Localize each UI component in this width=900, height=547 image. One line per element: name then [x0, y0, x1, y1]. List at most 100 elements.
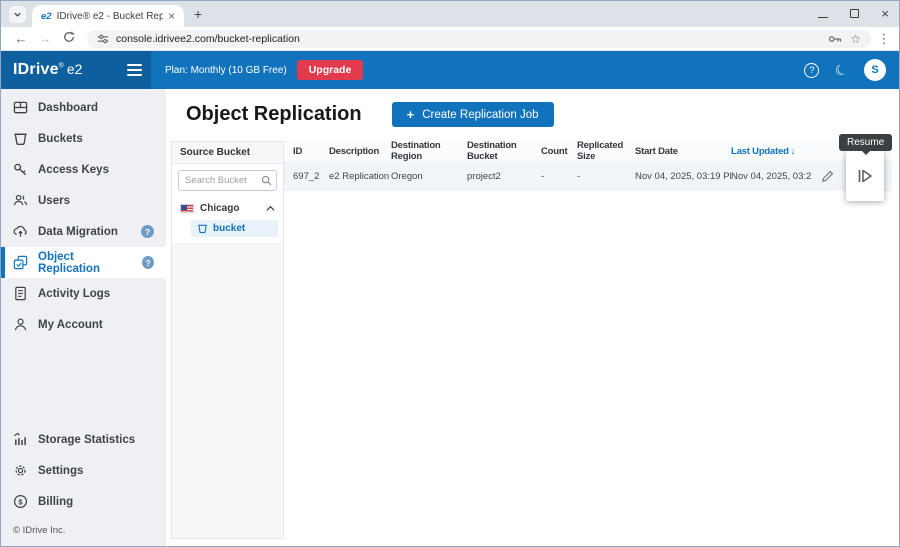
help-badge-icon[interactable]: ?: [141, 256, 154, 269]
site-settings-icon[interactable]: [97, 33, 109, 45]
cell-replicated-size: -: [577, 170, 581, 182]
sidebar-item-label: Billing: [38, 495, 74, 508]
sidebar-item-access-keys[interactable]: Access Keys: [1, 154, 166, 185]
tab-title: IDrive® e2 - Bucket Replication: [56, 10, 163, 22]
search-icon: [261, 175, 272, 186]
cell-destination-region: Oregon: [391, 170, 423, 182]
browser-window: e2 IDrive® e2 - Bucket Replication × + ×…: [0, 0, 900, 547]
sidebar-item-buckets[interactable]: Buckets: [1, 123, 166, 154]
maximize-icon[interactable]: [850, 8, 860, 18]
create-replication-job-button[interactable]: + Create Replication Job: [391, 102, 554, 127]
sidebar-item-storage-statistics[interactable]: Storage Statistics: [1, 424, 166, 455]
sidebar-item-activity-logs[interactable]: Activity Logs: [1, 278, 166, 309]
minimize-icon[interactable]: [818, 16, 829, 18]
cell-last-updated: Nov 04, 2025, 03:2: [731, 170, 812, 182]
browser-tab[interactable]: e2 IDrive® e2 - Bucket Replication ×: [32, 5, 184, 27]
cell-destination-bucket: project2: [467, 170, 501, 182]
copyright-text: © IDrive Inc.: [13, 525, 66, 536]
dashboard-icon: [13, 101, 28, 114]
header-right: ? ☾ S: [804, 59, 886, 81]
logo-block: IDrive® e2: [1, 51, 151, 89]
tab-search-button[interactable]: [9, 6, 26, 23]
bookmark-star-icon[interactable]: ☆: [850, 32, 861, 46]
resume-play-icon: [858, 169, 872, 183]
document-log-icon: [15, 286, 26, 301]
col-header-count: Count: [541, 145, 568, 157]
bucket-node-selected[interactable]: bucket: [191, 220, 278, 237]
app-header: IDrive® e2 Plan: Monthly (10 GB Free) Upg…: [1, 51, 899, 89]
bucket-icon: [14, 133, 27, 145]
chevron-down-icon: [14, 12, 21, 17]
col-header-description: Description: [329, 145, 380, 157]
sidebar-item-label: Storage Statistics: [38, 433, 136, 446]
col-header-destination-region: Destination Region: [391, 140, 441, 162]
sidebar-item-label: Buckets: [38, 132, 83, 145]
col-header-destination-bucket: Destination Bucket: [467, 140, 517, 162]
cloud-migration-icon: [13, 225, 27, 237]
sidebar-item-label: Dashboard: [38, 101, 99, 114]
source-bucket-panel: Source Bucket Chicago bucket: [171, 141, 284, 539]
idrive-e2-logo: IDrive® e2: [13, 61, 83, 78]
tab-strip: e2 IDrive® e2 - Bucket Replication × + ×: [1, 1, 899, 27]
tab-close-icon[interactable]: ×: [168, 9, 175, 23]
sidebar-item-label: Users: [38, 194, 70, 207]
sidebar-item-users[interactable]: Users: [1, 185, 166, 216]
omnibox[interactable]: console.idrivee2.com/bucket-replication …: [87, 29, 871, 48]
person-icon: [14, 318, 27, 331]
browser-menu-icon[interactable]: ⋮: [877, 31, 891, 47]
replication-table: ID Description Destination Region Destin…: [284, 134, 893, 539]
window-controls: ×: [818, 4, 889, 22]
sidebar-item-dashboard[interactable]: Dashboard: [1, 92, 166, 123]
row-actions: Resume: [819, 134, 893, 201]
bucket-label: bucket: [213, 223, 246, 234]
forward-icon[interactable]: →: [33, 31, 57, 46]
sidebar-item-object-replication[interactable]: Object Replication ?: [1, 247, 166, 278]
cell-count: -: [541, 170, 545, 182]
svg-text:$: $: [18, 497, 23, 506]
sort-desc-icon: ↓: [790, 145, 796, 156]
sidebar-item-label: My Account: [38, 318, 103, 331]
resume-button[interactable]: [846, 151, 884, 201]
col-header-replicated-size: Replicated Size: [577, 140, 624, 162]
billing-dollar-icon: $: [13, 494, 28, 509]
new-tab-button[interactable]: +: [194, 6, 202, 22]
chevron-up-icon[interactable]: [266, 205, 275, 212]
object-replication-icon: [13, 255, 28, 270]
main-content: Object Replication + Create Replication …: [166, 89, 899, 546]
region-node-chicago[interactable]: Chicago: [172, 197, 283, 218]
page-title: Object Replication: [186, 103, 362, 125]
table-header-row: ID Description Destination Region Destin…: [284, 140, 892, 162]
sidebar-item-label: Activity Logs: [38, 287, 111, 300]
password-key-icon[interactable]: [828, 33, 843, 45]
sidebar-item-settings[interactable]: Settings: [1, 455, 166, 486]
dark-mode-moon-icon[interactable]: ☾: [832, 60, 851, 81]
sidebar-item-label: Access Keys: [38, 163, 109, 176]
url-text[interactable]: console.idrivee2.com/bucket-replication: [116, 33, 821, 45]
help-icon[interactable]: ?: [804, 62, 820, 78]
col-header-last-updated[interactable]: Last Updated ↓: [731, 146, 819, 157]
sidebar-item-billing[interactable]: $ Billing: [1, 486, 166, 517]
sidebar-item-label: Object Replication: [38, 250, 100, 275]
back-icon[interactable]: ←: [9, 31, 33, 46]
bar-chart-icon: [14, 432, 26, 446]
edit-pencil-icon[interactable]: [821, 170, 834, 183]
plus-icon: +: [406, 107, 415, 122]
plan-label: Plan: Monthly (10 GB Free): [165, 64, 287, 76]
refresh-icon[interactable]: [57, 31, 81, 46]
source-bucket-title: Source Bucket: [172, 142, 283, 164]
users-icon: [13, 194, 28, 206]
upgrade-button[interactable]: Upgrade: [296, 60, 364, 80]
key-icon: [14, 163, 27, 176]
sidebar-item-my-account[interactable]: My Account: [1, 309, 166, 340]
help-badge-icon[interactable]: ?: [141, 225, 154, 238]
user-avatar[interactable]: S: [864, 59, 886, 81]
bucket-small-icon: [198, 224, 207, 234]
gear-icon: [15, 465, 26, 476]
site-favicon: e2: [41, 10, 52, 22]
resume-tooltip: Resume: [839, 134, 893, 155]
sidebar-item-data-migration[interactable]: Data Migration ?: [1, 216, 166, 247]
table-row[interactable]: 697_2 e2 Replication Oregon project2 - -…: [284, 134, 893, 201]
hamburger-menu-icon[interactable]: [127, 64, 142, 76]
window-close-icon[interactable]: ×: [881, 6, 889, 21]
